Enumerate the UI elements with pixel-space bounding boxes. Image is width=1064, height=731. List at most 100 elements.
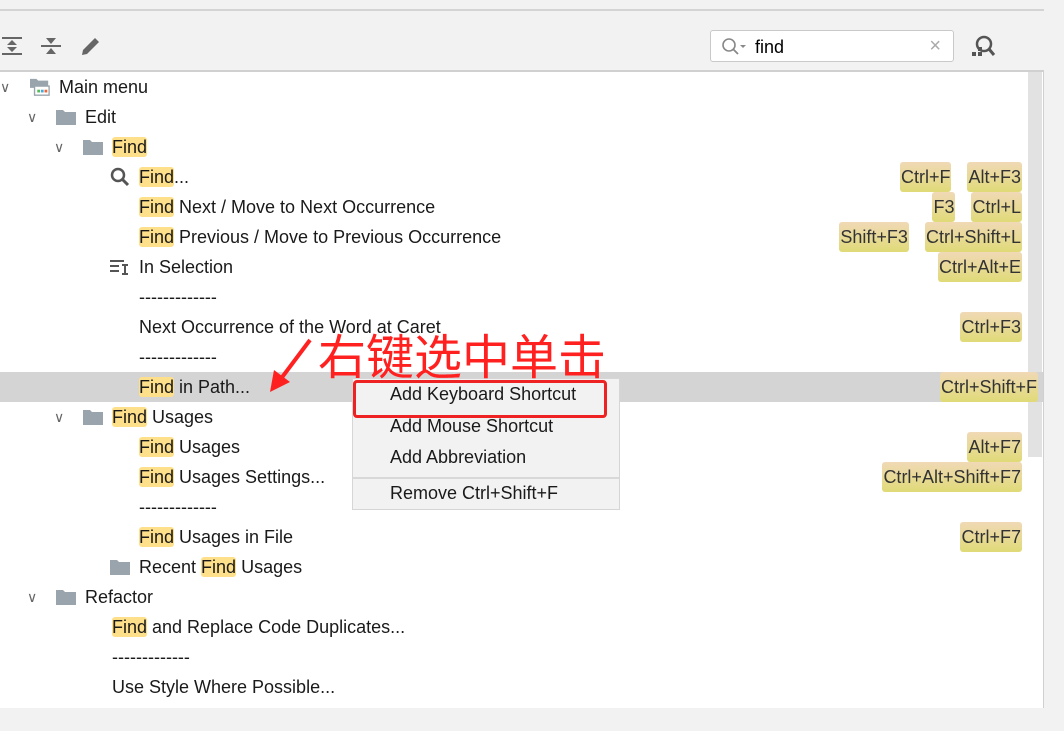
search-match: Find	[112, 617, 148, 637]
label-text: Usages	[174, 437, 241, 457]
shortcut-badge: Alt+F3	[967, 162, 1022, 192]
tree-row-label: -------------	[112, 642, 190, 672]
search-icon[interactable]	[721, 37, 747, 57]
tree-row-label: Use Style Where Possible...	[112, 672, 335, 702]
bottom-bar	[0, 708, 1064, 731]
shortcut-badge: Alt+F7	[967, 432, 1022, 462]
tree-row-label: Find...	[139, 162, 189, 192]
expand-all-icon[interactable]	[0, 34, 24, 58]
tree-row[interactable]: Find... Ctrl+F Alt+F3	[0, 162, 1028, 192]
chevron-down-icon[interactable]: ∨	[54, 402, 64, 432]
tree-row[interactable]: Find Usages in File Ctrl+F7	[0, 522, 1028, 552]
tree-row[interactable]: ∨ Refactor	[0, 582, 1028, 612]
tree-row[interactable]: -------------	[0, 282, 1028, 312]
find-shortcut-icon[interactable]	[970, 34, 996, 60]
edit-icon[interactable]	[79, 34, 103, 58]
tree-row[interactable]: -------------	[0, 642, 1028, 672]
shortcut-list: Alt+F7	[967, 432, 1022, 462]
tree-row[interactable]: ∨ Edit	[0, 102, 1028, 132]
clear-icon[interactable]: ×	[929, 35, 941, 58]
folder-icon	[56, 110, 76, 125]
label-text: -------------	[139, 497, 217, 517]
label-text: -------------	[112, 647, 190, 667]
top-divider	[0, 9, 1044, 11]
shortcut-badge: Ctrl+Alt+Shift+F7	[882, 462, 1022, 492]
folder-icon	[110, 560, 130, 575]
shortcut-list: Shift+F3 Ctrl+Shift+L	[839, 222, 1022, 252]
menu-add-mouse-shortcut[interactable]: Add Mouse Shortcut	[390, 416, 553, 437]
label-text: in Path...	[174, 377, 251, 397]
tree-row-label: Find Usages in File	[139, 522, 293, 552]
search-match: Find	[139, 227, 175, 247]
menu-remove-shortcut[interactable]: Remove Ctrl+Shift+F	[390, 483, 558, 504]
search-match: Find	[139, 437, 175, 457]
menu-separator	[353, 477, 619, 479]
chevron-down-icon[interactable]: ∨	[54, 132, 64, 162]
chevron-down-icon[interactable]: ∨	[27, 102, 37, 132]
tree-row[interactable]: Find Previous / Move to Previous Occurre…	[0, 222, 1028, 252]
search-value: find	[755, 37, 785, 57]
label-text: ...	[174, 167, 190, 187]
label-text: Edit	[85, 107, 117, 127]
label-text: -------------	[139, 287, 217, 307]
search-match: Find	[112, 407, 148, 427]
tree-row[interactable]: ∨ Find	[0, 132, 1028, 162]
search-match: Find	[139, 197, 175, 217]
tree-row[interactable]: In Selection Ctrl+Alt+E	[0, 252, 1028, 282]
label-text: and Replace Code Duplicates...	[147, 617, 406, 637]
tree-row-label: Find Next / Move to Next Occurrence	[139, 192, 435, 222]
tree-row-label: Find in Path...	[139, 372, 250, 402]
tree-row[interactable]: Use Style Where Possible...	[0, 672, 1028, 702]
shortcut-badge: Ctrl+Shift+L	[924, 222, 1022, 252]
tree-row-label: Find	[112, 132, 148, 162]
tree-row-label: Find Usages	[112, 402, 213, 432]
main-menu-icon	[30, 78, 50, 96]
chevron-down-icon[interactable]: ∨	[0, 72, 10, 102]
shortcut-list: Ctrl+Alt+Shift+F7	[882, 462, 1022, 492]
shortcut-badge: Shift+F3	[839, 222, 909, 252]
shortcut-list: Ctrl+Shift+F	[939, 372, 1038, 402]
shortcut-list: Ctrl+F7	[960, 522, 1022, 552]
search-icon	[110, 167, 130, 187]
label-text: Use Style Where Possible...	[112, 677, 336, 697]
label-text: Usages	[147, 407, 214, 427]
shortcut-badge: Ctrl+Shift+F	[939, 372, 1038, 402]
annotation-arrow-icon	[270, 338, 312, 392]
chevron-down-icon[interactable]: ∨	[27, 582, 37, 612]
folder-icon	[56, 590, 76, 605]
search-match: Find	[139, 467, 175, 487]
tree-row-label: Find Usages Settings...	[139, 462, 325, 492]
in-selection-icon	[110, 260, 128, 275]
collapse-all-icon[interactable]	[39, 34, 63, 58]
search-match: Find	[112, 137, 148, 157]
label-text: Usages in File	[174, 527, 294, 547]
label-text: Usages	[236, 557, 303, 577]
search-input[interactable]: find ×	[710, 30, 954, 62]
folder-icon	[83, 140, 103, 155]
shortcut-badge: F3	[932, 192, 956, 222]
tree-row[interactable]: ∨ Main menu	[0, 72, 1028, 102]
label-text: Main menu	[59, 77, 149, 97]
tree-row[interactable]: Find Next / Move to Next Occurrence F3 Ctr…	[0, 192, 1028, 222]
annotation-text: 右键选中单击	[318, 330, 607, 386]
shortcut-list: Ctrl+Alt+E	[937, 252, 1022, 282]
menu-add-abbreviation[interactable]: Add Abbreviation	[390, 447, 526, 468]
search-match: Find	[139, 167, 175, 187]
label-text: -------------	[139, 347, 217, 367]
label-text: In Selection	[139, 257, 234, 277]
tree-row-label: -------------	[139, 282, 217, 312]
tree-row[interactable]: Find and Replace Code Duplicates...	[0, 612, 1028, 642]
search-match: Find	[139, 377, 175, 397]
tree-row-label: -------------	[139, 492, 217, 522]
label-text: Refactor	[85, 587, 154, 607]
shortcut-badge: Ctrl+F7	[960, 522, 1022, 552]
label-text: Previous / Move to Previous Occurrence	[174, 227, 502, 247]
shortcut-list: F3 Ctrl+L	[932, 192, 1022, 222]
folder-icon	[83, 410, 103, 425]
shortcut-badge: Ctrl+L	[971, 192, 1022, 222]
tree-row-label: Find Usages	[139, 432, 240, 462]
tree-row[interactable]: Recent Find Usages	[0, 552, 1028, 582]
search-match: Find	[201, 557, 237, 577]
tree-row-label: Find and Replace Code Duplicates...	[112, 612, 405, 642]
tree-row-label: Edit	[85, 102, 116, 132]
